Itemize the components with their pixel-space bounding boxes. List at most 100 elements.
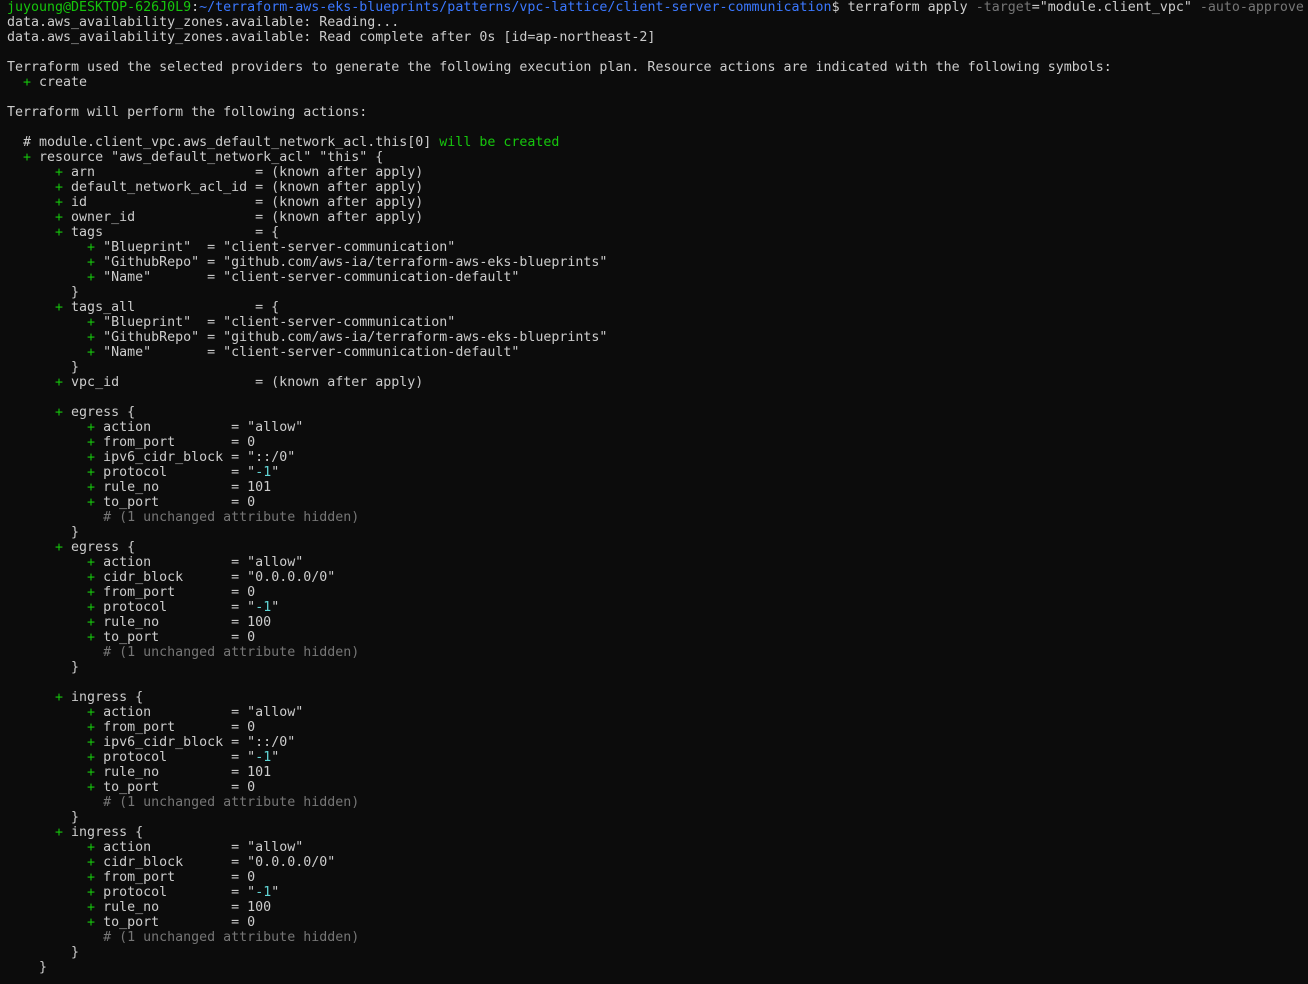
output-segment: from_port = 0 xyxy=(103,720,256,735)
output-segment: "Name" = "client-server-communication-de… xyxy=(103,345,520,360)
output-line: + rule_no = 100 xyxy=(7,900,1308,915)
output-segment: " xyxy=(271,465,280,480)
output-line: + ipv6_cidr_block = "::/0" xyxy=(7,735,1308,750)
output-segment: + xyxy=(7,615,104,630)
output-line: + cidr_block = "0.0.0.0/0" xyxy=(7,855,1308,870)
output-segment: from_port = 0 xyxy=(103,435,256,450)
output-line: + protocol = "-1" xyxy=(7,600,1308,615)
output-line: # module.client_vpc.aws_default_network_… xyxy=(7,135,1308,150)
output-segment: action = "allow" xyxy=(103,840,304,855)
output-segment: + xyxy=(7,255,104,270)
output-segment: create xyxy=(39,75,88,90)
output-segment: data.aws_availability_zones.available: R… xyxy=(7,30,656,45)
output-segment: action = "allow" xyxy=(103,705,304,720)
output-segment: + xyxy=(7,375,72,390)
prompt-user-host: juyoung@DESKTOP-626J0L9 xyxy=(7,0,192,15)
prompt-separator: : xyxy=(191,0,200,15)
output-segment: + xyxy=(7,600,104,615)
output-segment: protocol = " xyxy=(103,600,256,615)
command-flag-auto-approve: -auto-approve xyxy=(1199,0,1304,15)
output-segment: protocol = " xyxy=(103,465,256,480)
output-line: + egress { xyxy=(7,405,1308,420)
output-line: } xyxy=(7,360,1308,375)
output-segment: + xyxy=(7,885,104,900)
output-segment: tags = { xyxy=(71,225,280,240)
output-segment: to_port = 0 xyxy=(103,915,256,930)
output-segment: rule_no = 100 xyxy=(103,900,272,915)
output-segment: "GithubRepo" = "github.com/aws-ia/terraf… xyxy=(103,255,608,270)
output-line: + from_port = 0 xyxy=(7,720,1308,735)
output-line: + tags_all = { xyxy=(7,300,1308,315)
output-segment: + xyxy=(7,210,72,225)
output-segment: + xyxy=(7,405,72,420)
output-segment: "Blueprint" = "client-server-communicati… xyxy=(103,315,456,330)
output-segment: + xyxy=(7,900,104,915)
output-line: + action = "allow" xyxy=(7,705,1308,720)
output-segment: + xyxy=(7,570,104,585)
output-segment: + xyxy=(7,540,72,555)
output-line: + to_port = 0 xyxy=(7,915,1308,930)
output-segment: action = "allow" xyxy=(103,555,304,570)
output-segment: # (1 unchanged attribute hidden) xyxy=(7,930,360,945)
output-line: + ingress { xyxy=(7,825,1308,840)
output-segment: rule_no = 101 xyxy=(103,765,272,780)
output-segment: # (1 unchanged attribute hidden) xyxy=(7,795,360,810)
output-line: + from_port = 0 xyxy=(7,870,1308,885)
output-segment: "Blueprint" = "client-server-communicati… xyxy=(103,240,456,255)
output-segment: + xyxy=(7,840,104,855)
output-line: data.aws_availability_zones.available: R… xyxy=(7,30,1308,45)
output-segment: data.aws_availability_zones.available: R… xyxy=(7,15,400,30)
output-segment: default_network_acl_id = (known after ap… xyxy=(71,180,424,195)
output-line: + "GithubRepo" = "github.com/aws-ia/terr… xyxy=(7,255,1308,270)
output-line: } xyxy=(7,945,1308,960)
output-segment: Terraform used the selected providers to… xyxy=(7,60,1112,75)
output-segment: # (1 unchanged attribute hidden) xyxy=(7,510,360,525)
output-line: Terraform will perform the following act… xyxy=(7,105,1308,120)
prompt-dollar: $ xyxy=(831,0,848,15)
output-segment: from_port = 0 xyxy=(103,870,256,885)
output-segment: rule_no = 100 xyxy=(103,615,272,630)
output-segment: to_port = 0 xyxy=(103,495,256,510)
output-line: + ingress { xyxy=(7,690,1308,705)
output-line: + arn = (known after apply) xyxy=(7,165,1308,180)
output-segment: + xyxy=(7,735,104,750)
output-segment: will be created xyxy=(439,135,560,150)
output-segment: " xyxy=(271,750,280,765)
output-segment: + xyxy=(7,870,104,885)
output-line: } xyxy=(7,285,1308,300)
output-segment: -1 xyxy=(255,600,272,615)
output-segment: + xyxy=(7,720,104,735)
output-line: } xyxy=(7,960,1308,975)
output-line: + rule_no = 100 xyxy=(7,615,1308,630)
output-segment: " xyxy=(271,885,280,900)
output-line: + protocol = "-1" xyxy=(7,750,1308,765)
output-segment: } xyxy=(7,285,80,300)
output-segment: + xyxy=(7,195,72,210)
output-segment: ingress { xyxy=(71,690,144,705)
output-segment: } xyxy=(7,945,80,960)
output-line: + rule_no = 101 xyxy=(7,765,1308,780)
output-segment: + xyxy=(7,420,104,435)
output-segment: + xyxy=(7,240,104,255)
terminal-output: data.aws_availability_zones.available: R… xyxy=(7,15,1308,975)
output-segment: ipv6_cidr_block = "::/0" xyxy=(103,450,296,465)
output-line: + "Blueprint" = "client-server-communica… xyxy=(7,240,1308,255)
output-line: + resource "aws_default_network_acl" "th… xyxy=(7,150,1308,165)
output-segment: + xyxy=(7,330,104,345)
output-segment: + xyxy=(7,315,104,330)
output-segment: arn = (known after apply) xyxy=(71,165,424,180)
terminal-window[interactable]: juyoung@DESKTOP-626J0L9:~/terraform-aws-… xyxy=(7,0,1308,984)
output-segment: + xyxy=(7,915,104,930)
output-segment: + xyxy=(7,495,104,510)
output-segment: resource "aws_default_network_acl" "this… xyxy=(39,150,384,165)
output-segment: "Name" = "client-server-communication-de… xyxy=(103,270,520,285)
output-segment: " xyxy=(271,600,280,615)
output-line: + create xyxy=(7,75,1308,90)
output-segment: + xyxy=(7,225,72,240)
output-segment: + xyxy=(7,855,104,870)
output-segment: + xyxy=(7,75,40,90)
output-segment: + xyxy=(7,585,104,600)
output-line: + to_port = 0 xyxy=(7,630,1308,645)
